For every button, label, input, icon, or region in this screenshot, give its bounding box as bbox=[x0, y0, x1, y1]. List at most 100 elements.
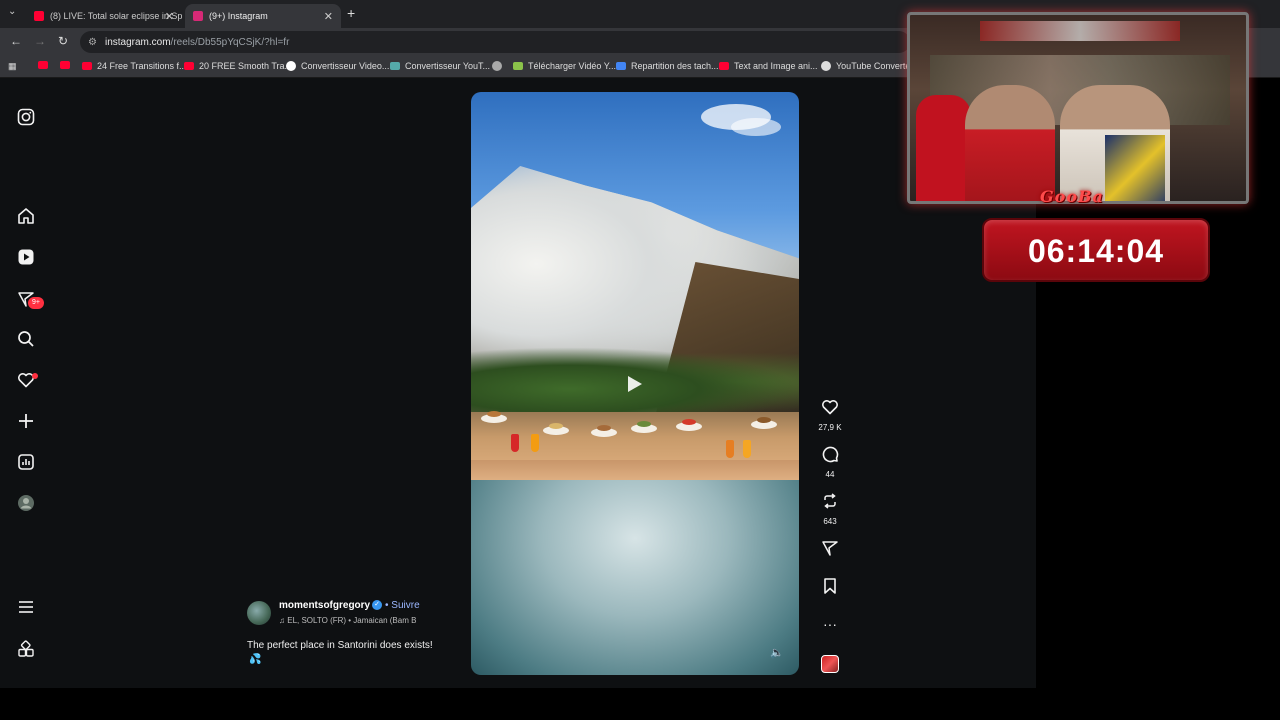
video-ledge bbox=[471, 460, 799, 482]
bookmark-label: Télécharger Vidéo Y... bbox=[528, 61, 617, 71]
tab-search-icon[interactable]: ⌄ bbox=[8, 6, 16, 17]
bookmark-item[interactable]: Télécharger Vidéo Y... bbox=[513, 61, 616, 71]
tab-title: (9+) Instagram bbox=[209, 11, 268, 21]
comment-button[interactable]: 44 bbox=[814, 445, 846, 479]
like-button[interactable]: 27,9 K bbox=[814, 398, 846, 432]
close-tab-icon[interactable]: ✕ bbox=[324, 10, 333, 23]
youtube-icon bbox=[34, 11, 44, 21]
verified-badge-icon: ✓ bbox=[372, 600, 382, 610]
bookmark-label: YouTube Converter bbox=[836, 61, 914, 71]
reel-caption: The perfect place in Santorini does exis… bbox=[247, 640, 433, 651]
url-path: /reels/Db55pYqCSjK/?hl=fr bbox=[170, 36, 290, 48]
back-icon[interactable]: ← bbox=[10, 34, 22, 48]
follow-label: Suivre bbox=[391, 600, 420, 611]
download-icon bbox=[513, 62, 523, 70]
instagram-favicon-icon bbox=[193, 11, 203, 21]
google-icon bbox=[286, 61, 296, 71]
notification-badge: 9+ bbox=[28, 297, 44, 309]
bookmark-item[interactable] bbox=[492, 61, 507, 71]
more-icon: ··· bbox=[823, 616, 837, 632]
bookmark-item[interactable]: Text and Image ani... bbox=[719, 61, 818, 71]
search-icon[interactable] bbox=[16, 330, 36, 350]
comments-count: 44 bbox=[825, 470, 835, 479]
tab-title: (8) LIVE: Total solar eclipse in Sp bbox=[50, 11, 182, 21]
likes-count: 27,9 K bbox=[818, 423, 842, 432]
bookmark-item[interactable]: 20 FREE Smooth Tra... bbox=[184, 61, 292, 71]
food-plate bbox=[543, 423, 569, 435]
address-bar[interactable]: ⚙ instagram.com/reels/Db55pYqCSjK/?hl=fr bbox=[80, 31, 910, 53]
globe-icon bbox=[821, 61, 831, 71]
repost-button[interactable]: 643 bbox=[814, 492, 846, 526]
food-plate bbox=[631, 421, 657, 433]
bookmark-item[interactable]: 24 Free Transitions f... bbox=[82, 61, 187, 71]
webcam-overlay bbox=[907, 12, 1249, 204]
food-plate bbox=[591, 425, 617, 437]
bookmark-icon bbox=[814, 577, 846, 599]
avatar[interactable] bbox=[247, 601, 271, 625]
youtube-icon bbox=[60, 61, 70, 69]
music-info[interactable]: ♫ EL, SOLTO (FR) • Jamaican (Bam B bbox=[279, 616, 429, 625]
youtube-icon bbox=[38, 61, 48, 69]
youtube-icon bbox=[184, 62, 194, 70]
save-button[interactable] bbox=[814, 577, 846, 599]
drink-glass bbox=[511, 434, 519, 452]
instagram-icon[interactable] bbox=[16, 108, 36, 128]
audio-thumbnail[interactable] bbox=[821, 655, 839, 673]
username-link[interactable]: momentsofgregory bbox=[279, 600, 370, 611]
site-info-icon[interactable]: ⚙ bbox=[88, 37, 97, 48]
volume-icon[interactable]: 🔈 bbox=[770, 646, 784, 659]
scarf bbox=[1105, 135, 1165, 201]
follow-button[interactable]: • Suivre bbox=[385, 600, 420, 611]
more-options-button[interactable]: ··· bbox=[814, 614, 846, 634]
bookmark-item[interactable]: Repartition des tach... bbox=[616, 61, 719, 71]
apps-icon[interactable] bbox=[16, 640, 36, 660]
drink-glass bbox=[531, 434, 539, 452]
comment-icon bbox=[814, 445, 846, 467]
converter-icon bbox=[390, 62, 400, 70]
food-plate bbox=[481, 411, 507, 423]
bookmark-label: Convertisseur Video... bbox=[301, 61, 390, 71]
profile-icon[interactable] bbox=[16, 494, 36, 514]
send-icon bbox=[814, 539, 846, 561]
reload-icon[interactable]: ↻ bbox=[58, 34, 68, 48]
youtube-icon bbox=[82, 62, 92, 70]
heart-outline-icon bbox=[814, 398, 846, 420]
reels-icon[interactable] bbox=[16, 248, 36, 268]
video-cloud bbox=[731, 118, 781, 136]
music-label: EL, SOLTO (FR) • Jamaican (Bam B bbox=[287, 616, 417, 625]
repost-icon bbox=[814, 492, 846, 514]
bookmark-item[interactable] bbox=[38, 61, 53, 69]
bookmark-label: 20 FREE Smooth Tra... bbox=[199, 61, 293, 71]
reposts-count: 643 bbox=[823, 517, 837, 526]
globe-icon bbox=[492, 61, 502, 71]
stream-timer: 06:14:04 bbox=[982, 218, 1210, 282]
home-icon[interactable] bbox=[16, 207, 36, 227]
bookmark-label: 24 Free Transitions f... bbox=[97, 61, 187, 71]
create-icon[interactable] bbox=[16, 412, 36, 432]
menu-icon[interactable] bbox=[16, 598, 36, 618]
bookmark-item[interactable] bbox=[60, 61, 75, 69]
bookmark-label: Convertisseur YouT... bbox=[405, 61, 491, 71]
bookmark-item[interactable]: Convertisseur Video... bbox=[286, 61, 389, 71]
activity-dot bbox=[32, 373, 38, 379]
cam-banner bbox=[980, 21, 1180, 41]
docs-icon bbox=[616, 62, 626, 70]
bookmark-item[interactable]: Convertisseur YouT... bbox=[390, 61, 490, 71]
tab-youtube-live[interactable]: (8) LIVE: Total solar eclipse in Sp ✕ bbox=[26, 4, 182, 28]
apps-grid-icon[interactable]: ▦ bbox=[8, 61, 17, 72]
share-button[interactable] bbox=[814, 539, 846, 561]
play-icon[interactable] bbox=[627, 375, 643, 393]
food-plate bbox=[751, 417, 777, 429]
bookmark-item[interactable]: YouTube Converter bbox=[821, 61, 913, 71]
tab-instagram[interactable]: (9+) Instagram ✕ bbox=[185, 4, 341, 28]
new-tab-icon[interactable]: + bbox=[347, 5, 355, 21]
gaming-chair bbox=[916, 95, 971, 201]
close-tab-icon[interactable]: ✕ bbox=[165, 10, 174, 23]
caption-emoji: 💦 bbox=[249, 654, 262, 665]
drink-glass bbox=[726, 440, 734, 458]
forward-icon[interactable]: → bbox=[34, 34, 46, 48]
dashboard-icon[interactable] bbox=[16, 453, 36, 473]
youtube-icon bbox=[719, 62, 729, 70]
url-host: instagram.com bbox=[104, 36, 171, 48]
stream-logo: GooBa bbox=[1040, 187, 1104, 206]
